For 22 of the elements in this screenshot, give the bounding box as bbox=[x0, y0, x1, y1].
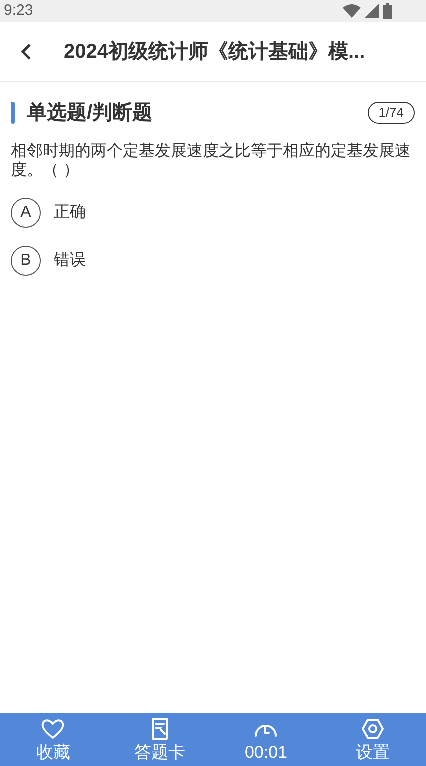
battery-icon bbox=[383, 3, 392, 19]
option-text: 正确 bbox=[54, 203, 86, 223]
heart-icon bbox=[40, 717, 66, 741]
settings-icon bbox=[360, 717, 386, 741]
question-text: 相邻时期的两个定基发展速度之比等于相应的定基发展速度。（ ） bbox=[10, 142, 412, 180]
option-letter: B bbox=[11, 246, 41, 276]
option-text: 错误 bbox=[54, 251, 86, 271]
answer-option[interactable]: B 错误 bbox=[11, 246, 415, 276]
bottom-tab[interactable]: 00:01 bbox=[213, 713, 320, 766]
answer-option[interactable]: A 正确 bbox=[11, 198, 415, 228]
option-letter: A bbox=[11, 198, 41, 228]
wifi-icon bbox=[343, 4, 361, 18]
section-title: 单选题/判断题 bbox=[27, 101, 153, 126]
bottom-tab[interactable]: 收藏 bbox=[0, 713, 106, 766]
bottom-tab[interactable]: 答题卡 bbox=[106, 713, 213, 766]
signal-icon bbox=[365, 4, 379, 18]
bottom-tab[interactable]: 设置 bbox=[320, 713, 426, 766]
back-icon bbox=[20, 42, 32, 60]
accent-bar bbox=[11, 102, 15, 124]
page-title: 2024初级统计师《统计基础》模... bbox=[64, 40, 366, 64]
status-time: 9:23 bbox=[4, 0, 34, 21]
question-counter: 1/74 bbox=[368, 102, 415, 124]
